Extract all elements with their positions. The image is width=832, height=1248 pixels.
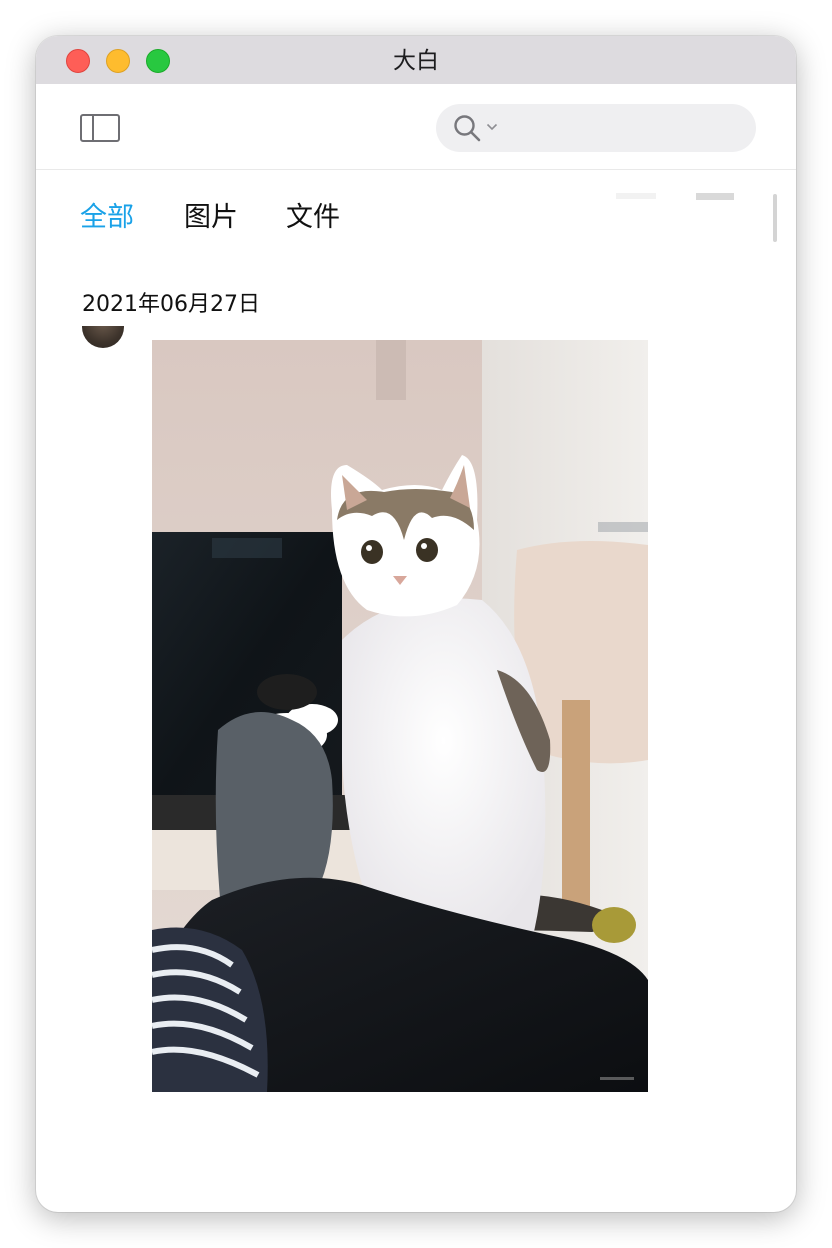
search-box[interactable] <box>436 104 756 152</box>
shared-image-cat[interactable] <box>152 340 648 1092</box>
scrollbar[interactable] <box>773 194 777 242</box>
hidden-control <box>696 193 734 200</box>
search-input[interactable] <box>506 112 740 146</box>
tab-images[interactable]: 图片 <box>184 198 238 238</box>
hidden-control <box>616 193 656 199</box>
toolbar <box>36 84 796 170</box>
tab-all[interactable]: 全部 <box>80 198 134 238</box>
title-bar: 大白 <box>36 36 796 84</box>
chevron-down-icon[interactable] <box>486 122 498 132</box>
chat-files-window: 大白 全部 图片 文件 2021年06月27日 <box>36 36 796 1212</box>
date-header: 2021年06月27日 <box>82 292 260 317</box>
window-title: 大白 <box>393 48 439 74</box>
sender-avatar[interactable] <box>82 326 124 348</box>
search-icon <box>454 115 481 142</box>
tab-files[interactable]: 文件 <box>286 198 340 238</box>
sidebar-toggle-icon[interactable] <box>80 114 120 142</box>
